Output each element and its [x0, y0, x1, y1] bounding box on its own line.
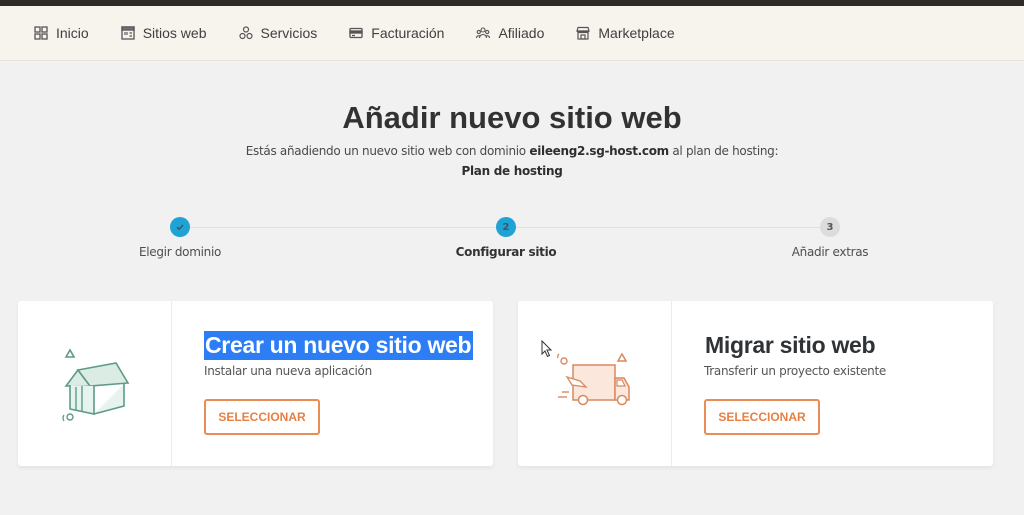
nav-label: Servicios: [260, 25, 318, 41]
mouse-cursor-icon: [541, 340, 553, 358]
card-description: Instalar una nueva aplicación: [204, 364, 372, 378]
create-site-card[interactable]: Crear un nuevo sitio web Instalar una nu…: [18, 301, 493, 466]
affiliate-people-icon: [476, 26, 491, 40]
nav-item-marketplace[interactable]: Marketplace: [576, 25, 675, 41]
migrate-site-card[interactable]: Migrar sitio web Transferir un proyecto …: [518, 301, 993, 466]
services-icon: [238, 26, 253, 40]
nav-label: Sitios web: [142, 25, 207, 41]
nav-label: Inicio: [56, 25, 89, 41]
credit-card-icon: [349, 26, 363, 40]
step-elegir-dominio[interactable]: Elegir dominio: [80, 217, 280, 259]
step-configurar-sitio: 2 Configurar sitio: [406, 217, 606, 259]
dashboard-grid-icon: [34, 26, 48, 40]
nav-item-sitios-web[interactable]: Sitios web: [121, 25, 207, 41]
house-illustration-icon: [18, 301, 172, 466]
nav-item-inicio[interactable]: Inicio: [34, 25, 89, 41]
select-create-button[interactable]: SELECCIONAR: [204, 399, 320, 435]
checkmark-icon: [170, 217, 190, 237]
step-label: Elegir dominio: [138, 245, 222, 259]
hosting-plan: Plan de hosting: [461, 164, 563, 178]
delivery-truck-illustration-icon: [518, 301, 672, 466]
nav-item-servicios[interactable]: Servicios: [238, 25, 318, 41]
select-migrate-button[interactable]: SELECCIONAR: [704, 399, 820, 435]
nav-label: Afiliado: [498, 25, 545, 41]
nav-item-facturacion[interactable]: Facturación: [349, 25, 444, 41]
store-icon: [576, 26, 591, 40]
card-title: Migrar sitio web: [705, 332, 876, 358]
website-icon: [121, 26, 135, 40]
subtitle-prefix: Estás añadiendo un nuevo sitio web con d…: [245, 144, 526, 158]
nav-label: Marketplace: [598, 25, 675, 41]
domain-name: eileeng2.sg-host.com: [529, 144, 669, 158]
step-label: Añadir extras: [791, 245, 869, 259]
page-subtitle: Estás añadiendo un nuevo sitio web con d…: [0, 144, 1024, 158]
card-description: Transferir un proyecto existente: [704, 364, 886, 378]
step-number: 3: [820, 217, 840, 237]
subtitle-suffix: al plan de hosting:: [672, 144, 779, 158]
nav-label: Facturación: [371, 25, 445, 41]
nav-item-afiliado[interactable]: Afiliado: [476, 25, 544, 41]
step-number: 2: [496, 217, 516, 237]
step-label: Configurar sitio: [455, 245, 557, 259]
step-anadir-extras: 3 Añadir extras: [730, 217, 930, 259]
card-title: Crear un nuevo sitio web: [204, 331, 474, 360]
page-title: Añadir nuevo sitio web: [342, 100, 682, 135]
main-nav: Inicio Sitios web Servicios Facturación …: [0, 6, 1024, 61]
